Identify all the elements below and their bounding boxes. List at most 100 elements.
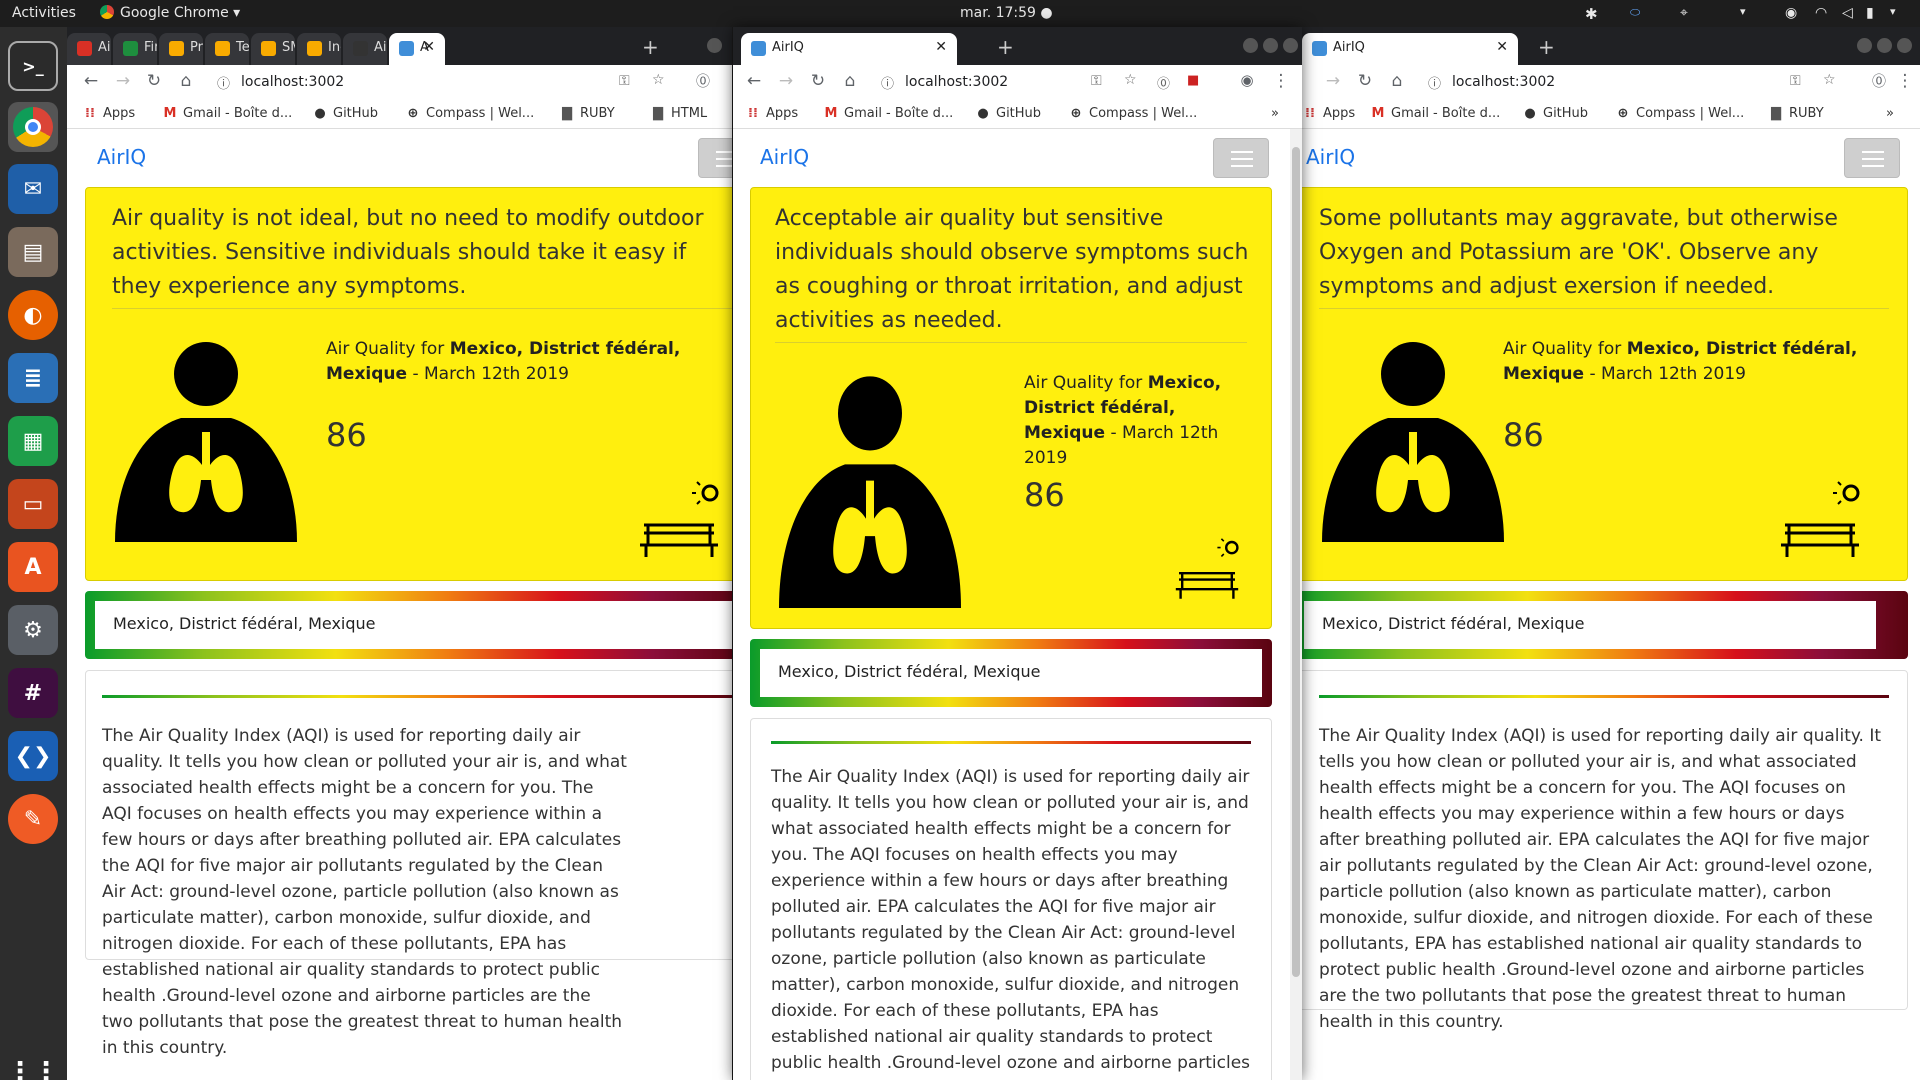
new-tab-button[interactable]: + bbox=[997, 35, 1014, 59]
chrome-menu-icon[interactable]: ⋮ bbox=[1894, 71, 1916, 91]
back-icon[interactable]: ← bbox=[743, 71, 765, 91]
tab-0[interactable]: AirV bbox=[67, 33, 111, 65]
volume-icon[interactable]: ◁ bbox=[1842, 5, 1853, 21]
menu-tray-icon[interactable]: ▾ bbox=[1740, 5, 1746, 18]
slack-tray-icon[interactable]: ✱ bbox=[1585, 5, 1598, 23]
extension-icon[interactable]: ⓪ bbox=[1868, 71, 1890, 91]
bookmark-apps[interactable]: ⁞⁞ Apps bbox=[745, 106, 798, 121]
brand-link[interactable]: AirIQ bbox=[97, 145, 146, 169]
page-scrollbar[interactable] bbox=[1290, 129, 1302, 1080]
bookmark-gmail[interactable]: M Gmail - Boîte d... bbox=[162, 106, 293, 121]
clock[interactable]: mar. 17:59 ● bbox=[960, 5, 1053, 21]
location-tray-icon[interactable]: ⌖ bbox=[1680, 5, 1688, 21]
tab-2[interactable]: Proj bbox=[159, 33, 203, 65]
bookmark-compass[interactable]: ⊕ Compass | Wel... bbox=[405, 106, 535, 121]
calc-icon[interactable]: ▦ bbox=[8, 416, 58, 466]
terminal-icon[interactable]: >_ bbox=[8, 41, 58, 91]
info-icon[interactable]: ⓘ bbox=[217, 73, 230, 92]
info-icon[interactable]: ⓘ bbox=[1428, 73, 1441, 92]
chrome-dock-icon[interactable] bbox=[8, 102, 58, 152]
address-bar[interactable]: ⓘ localhost:3002 ⚿ ☆ bbox=[1418, 69, 1858, 96]
bookmark-apps[interactable]: ⁞⁞ Apps bbox=[82, 106, 135, 121]
brand-link[interactable]: AirIQ bbox=[1306, 145, 1355, 169]
show-apps-icon[interactable]: ⋮⋮ bbox=[7, 1047, 59, 1080]
tab-4[interactable]: SMS bbox=[251, 33, 295, 65]
window-minimize-button[interactable] bbox=[1857, 38, 1872, 53]
bookmark-compass[interactable]: ⊕ Compass | Wel... bbox=[1615, 106, 1745, 121]
bookmark-ruby[interactable]: ▇ RUBY bbox=[1768, 106, 1824, 121]
key-icon[interactable]: ⚿ bbox=[619, 73, 630, 89]
tab-5[interactable]: Inde bbox=[297, 33, 341, 65]
window-minimize-button[interactable] bbox=[707, 38, 722, 53]
forward-icon[interactable]: → bbox=[1322, 71, 1344, 91]
address-bar[interactable]: ⓘ localhost:3002 ⚿ ☆ ⓪ ■ bbox=[871, 69, 1259, 96]
files-icon[interactable]: ▤ bbox=[8, 227, 58, 277]
writer-icon[interactable]: ≣ bbox=[8, 353, 58, 403]
impress-icon[interactable]: ▭ bbox=[8, 479, 58, 529]
reload-icon[interactable]: ↻ bbox=[143, 71, 165, 91]
profile-avatar-icon[interactable]: ◉ bbox=[1236, 71, 1258, 89]
bookmark-github[interactable]: ● GitHub bbox=[1522, 106, 1588, 121]
navbar-toggle-button[interactable] bbox=[1213, 138, 1269, 178]
window-close-button[interactable] bbox=[1283, 38, 1298, 53]
tab-airiq[interactable]: AirIQ ✕ bbox=[741, 33, 957, 65]
bookmark-github[interactable]: ● GitHub bbox=[975, 106, 1041, 121]
brand-link[interactable]: AirIQ bbox=[760, 145, 809, 169]
bookmark-star-icon[interactable]: ☆ bbox=[1124, 72, 1137, 88]
extension-red-icon[interactable]: ■ bbox=[1187, 73, 1199, 88]
bookmark-gmail[interactable]: M Gmail - Boîte d... bbox=[1370, 106, 1501, 121]
slack-icon[interactable]: # bbox=[8, 668, 58, 718]
scrollbar-thumb[interactable] bbox=[1292, 147, 1300, 977]
bookmarks-overflow[interactable]: » bbox=[1886, 106, 1894, 121]
system-menu-icon[interactable]: ▾ bbox=[1890, 5, 1896, 18]
app-menu[interactable]: Google Chrome ▾ bbox=[100, 5, 240, 21]
address-bar[interactable]: ⓘ localhost:3002 ⚿ ☆ bbox=[207, 69, 682, 96]
home-icon[interactable]: ⌂ bbox=[175, 71, 197, 91]
software-center-icon[interactable]: A bbox=[8, 542, 58, 592]
bookmark-star-icon[interactable]: ☆ bbox=[1823, 72, 1836, 88]
window-maximize-button[interactable] bbox=[1877, 38, 1892, 53]
bookmark-html[interactable]: ▇ HTML bbox=[650, 106, 707, 121]
home-icon[interactable]: ⌂ bbox=[839, 71, 861, 91]
home-icon[interactable]: ⌂ bbox=[1386, 71, 1408, 91]
wifi-icon[interactable]: ◠ bbox=[1815, 5, 1827, 21]
postman-icon[interactable]: ✎ bbox=[8, 794, 58, 844]
window-maximize-button[interactable] bbox=[1263, 38, 1278, 53]
tab-1[interactable]: Fina bbox=[113, 33, 157, 65]
reload-icon[interactable]: ↻ bbox=[1354, 71, 1376, 91]
extension-icon[interactable]: ⓪ bbox=[692, 71, 714, 91]
activities-button[interactable]: Activities bbox=[12, 5, 76, 21]
thunderbird-icon[interactable]: ✉ bbox=[8, 164, 58, 214]
new-tab-button[interactable]: + bbox=[642, 35, 659, 59]
bookmark-apps[interactable]: ⁞⁞ Apps bbox=[1302, 106, 1355, 121]
reload-icon[interactable]: ↻ bbox=[807, 71, 829, 91]
close-tab-icon[interactable]: ✕ bbox=[423, 39, 435, 55]
bookmark-star-icon[interactable]: ☆ bbox=[652, 72, 665, 88]
key-icon[interactable]: ⚿ bbox=[1091, 73, 1102, 89]
window-close-button[interactable] bbox=[1897, 38, 1912, 53]
privacy-tray-icon[interactable]: ◉ bbox=[1785, 5, 1797, 21]
bookmark-github[interactable]: ● GitHub bbox=[312, 106, 378, 121]
bookmark-ruby[interactable]: ▇ RUBY bbox=[559, 106, 615, 121]
bookmark-gmail[interactable]: M Gmail - Boîte d... bbox=[823, 106, 954, 121]
extension-icon[interactable]: ⓪ bbox=[1157, 73, 1170, 92]
tab-airiq[interactable]: AirIQ ✕ bbox=[1302, 33, 1518, 65]
navbar-toggle-button[interactable] bbox=[1844, 138, 1900, 178]
new-tab-button[interactable]: + bbox=[1538, 35, 1555, 59]
forward-icon[interactable]: → bbox=[775, 71, 797, 91]
key-icon[interactable]: ⚿ bbox=[1790, 73, 1801, 89]
intel-tray-icon[interactable]: ⬭ bbox=[1630, 5, 1640, 20]
vscode-icon[interactable]: ❮❯ bbox=[8, 731, 58, 781]
tab-7[interactable]: A ✕ bbox=[389, 33, 445, 65]
firefox-icon[interactable]: ◐ bbox=[8, 290, 58, 340]
chrome-menu-icon[interactable]: ⋮ bbox=[1270, 71, 1292, 91]
battery-icon[interactable]: ▮ bbox=[1866, 5, 1874, 21]
bookmarks-overflow[interactable]: » bbox=[1271, 106, 1279, 121]
close-tab-icon[interactable]: ✕ bbox=[935, 39, 947, 55]
tab-6[interactable]: Air bbox=[343, 33, 387, 65]
forward-icon[interactable]: → bbox=[112, 71, 134, 91]
tab-3[interactable]: Tech bbox=[205, 33, 249, 65]
bookmark-compass[interactable]: ⊕ Compass | Wel... bbox=[1068, 106, 1198, 121]
back-icon[interactable]: ← bbox=[80, 71, 102, 91]
info-icon[interactable]: ⓘ bbox=[881, 73, 894, 92]
